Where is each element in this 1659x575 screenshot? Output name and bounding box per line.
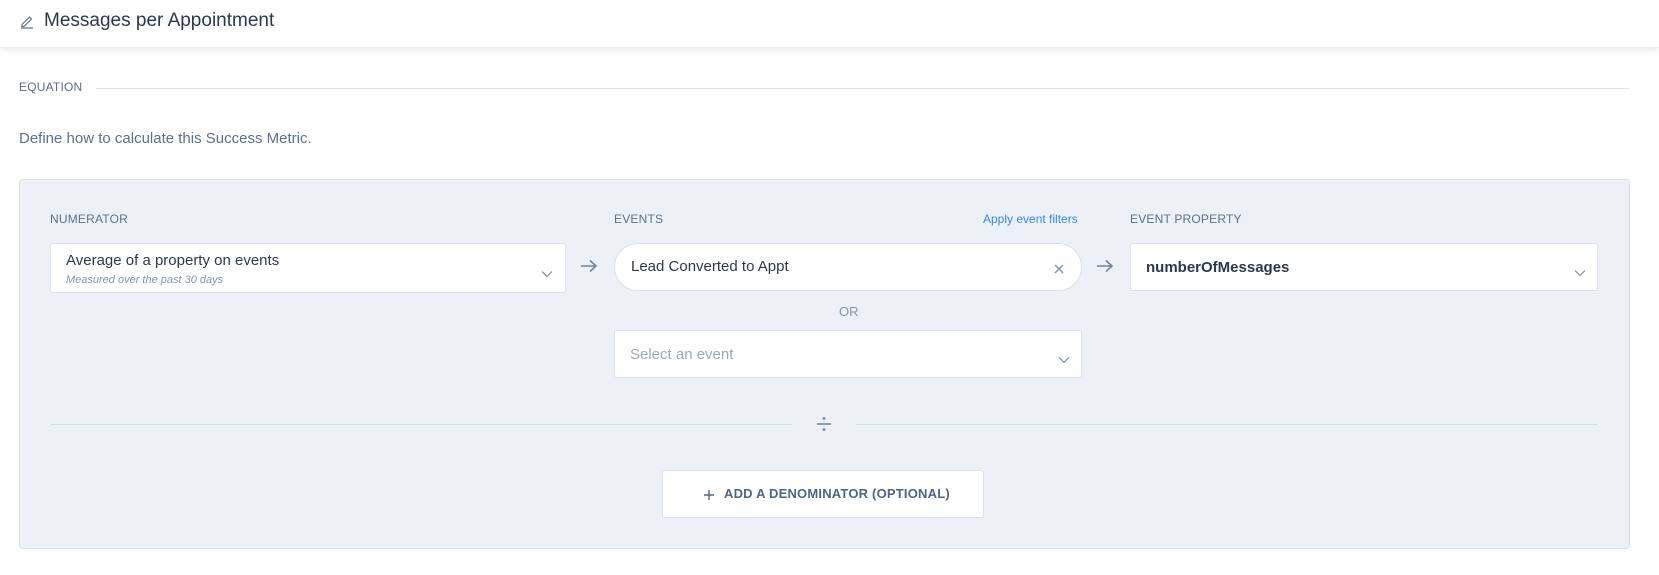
fraction-line-left: [50, 424, 792, 425]
chevron-down-icon: [1058, 351, 1070, 364]
numerator-select[interactable]: Average of a property on events Measured…: [50, 243, 566, 293]
section-divider: [96, 88, 1630, 89]
page-title[interactable]: Messages per Appointment: [44, 9, 274, 33]
numerator-label: NUMERATOR: [50, 212, 129, 226]
apply-event-filters-link[interactable]: Apply event filters: [983, 212, 1078, 226]
event-property-select[interactable]: numberOfMessages: [1130, 243, 1598, 291]
equation-description: Define how to calculate this Success Met…: [19, 130, 312, 147]
arrow-right-icon: [580, 259, 598, 273]
event-select[interactable]: Select an event: [614, 330, 1082, 378]
arrow-right-icon: [1096, 259, 1114, 273]
event-select-placeholder: Select an event: [630, 346, 734, 363]
fraction-line-right: [856, 424, 1598, 425]
plus-icon: [703, 488, 715, 500]
chevron-down-icon: [1574, 264, 1586, 277]
pencil-icon[interactable]: [19, 13, 35, 29]
event-property-label: EVENT PROPERTY: [1130, 212, 1242, 226]
chevron-down-icon: [541, 265, 553, 278]
section-label-equation: EQUATION: [19, 80, 83, 94]
selected-event-label: Lead Converted to Appt: [631, 258, 789, 275]
event-property-selected-value: numberOfMessages: [1146, 259, 1290, 276]
numerator-subtext: Measured over the past 30 days: [66, 274, 224, 286]
top-bar: Messages per Appointment: [0, 0, 1659, 48]
add-denominator-button[interactable]: ADD A DENOMINATOR (OPTIONAL): [662, 470, 984, 518]
events-label: EVENTS: [614, 212, 664, 226]
add-denominator-label: ADD A DENOMINATOR (OPTIONAL): [724, 486, 950, 501]
selected-event-chip[interactable]: Lead Converted to Appt: [614, 243, 1082, 291]
divide-icon: [815, 415, 833, 433]
or-separator: OR: [839, 304, 859, 319]
close-icon[interactable]: [1053, 262, 1065, 274]
numerator-selected-value: Average of a property on events: [66, 252, 280, 269]
